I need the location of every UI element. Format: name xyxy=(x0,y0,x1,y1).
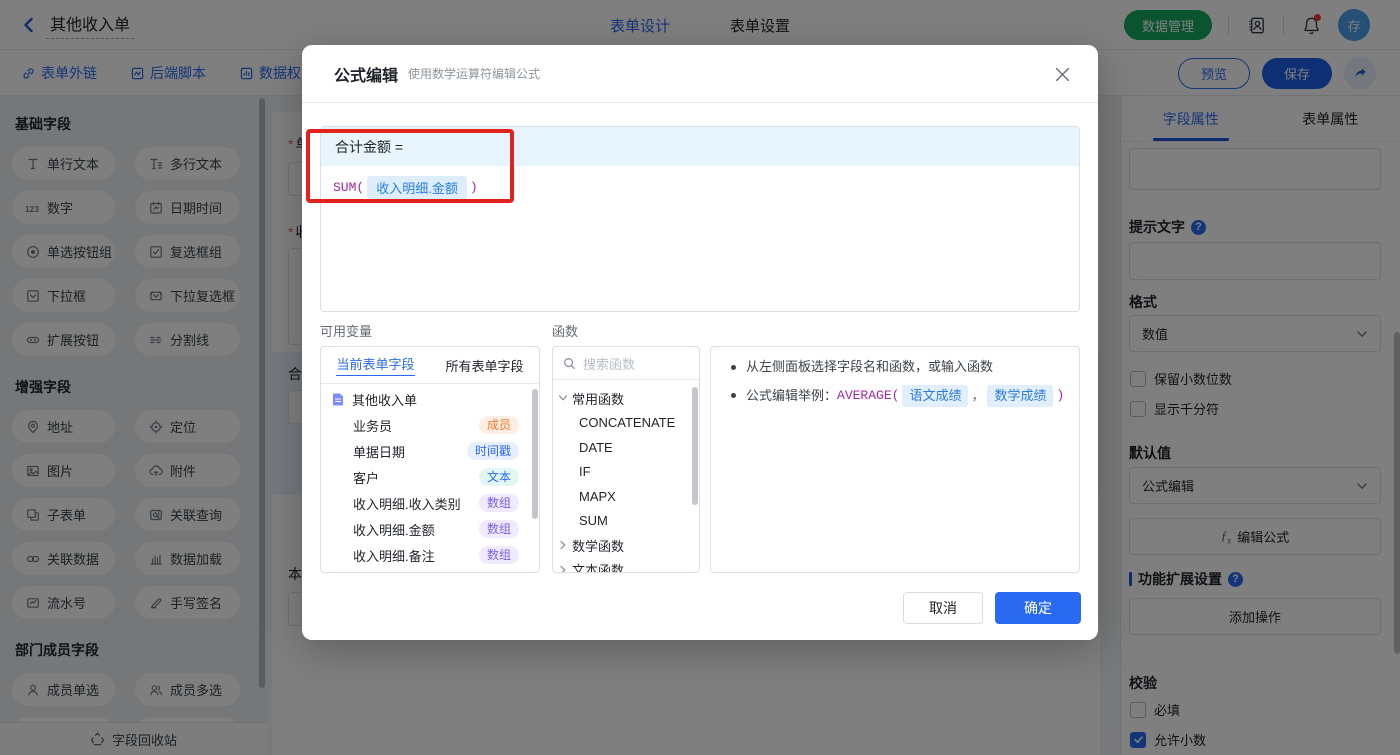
function-item[interactable]: DATE xyxy=(553,435,699,460)
variable-tree-item[interactable]: 收入明细.收入类别 数组 xyxy=(321,490,539,516)
tab-all-form-fields[interactable]: 所有表单字段 xyxy=(430,347,539,383)
function-item[interactable]: IF xyxy=(553,460,699,485)
field-type-tag: 数组 xyxy=(478,520,519,538)
chevron-right-icon xyxy=(558,565,568,572)
variable-tree-item[interactable]: 收入明细.金额 数组 xyxy=(321,516,539,542)
function-item[interactable]: CONCATENATE xyxy=(553,411,699,436)
formula-variable-tag[interactable]: 收入明细.金额 xyxy=(367,176,467,199)
function-group[interactable]: 常用函数 xyxy=(553,386,699,411)
formula-editor[interactable]: 合计金额 = SUM( 收入明细.金额 ) xyxy=(320,126,1080,312)
example-variable-tag: 语文成绩 xyxy=(902,385,969,407)
variable-tree-item[interactable]: 收入明细.备注 数组 xyxy=(321,542,539,568)
formula-target-field: 合计金额 = xyxy=(321,127,1079,166)
function-search-input[interactable]: 搜索函数 xyxy=(553,347,699,380)
dialog-title: 公式编辑 xyxy=(334,67,399,85)
tab-current-form-fields[interactable]: 当前表单字段 xyxy=(321,347,430,383)
variables-section-label: 可用变量 xyxy=(320,324,373,339)
form-doc-icon xyxy=(331,392,345,406)
function-group[interactable]: 数学函数 xyxy=(553,533,699,558)
variables-panel: 当前表单字段 所有表单字段 其他收入单 业务员 成员 单据日期 时间戳 客户 文本 收入明细.… xyxy=(320,346,540,573)
formula-help-panel: 从左侧面板选择字段名和函数，或输入函数 公式编辑举例： AVERAGE(语文成绩，… xyxy=(710,346,1080,573)
formula-expression[interactable]: SUM( 收入明细.金额 ) xyxy=(321,166,1079,209)
chevron-right-icon xyxy=(558,540,568,550)
formula-function-open: SUM( xyxy=(333,180,365,195)
field-type-tag: 文本 xyxy=(478,468,519,486)
variables-scrollbar[interactable] xyxy=(532,389,538,519)
search-placeholder: 搜索函数 xyxy=(583,356,636,372)
cancel-button[interactable]: 取消 xyxy=(903,592,983,624)
variable-tree-root[interactable]: 其他收入单 xyxy=(321,386,539,412)
example-variable-tag: 数学成绩 xyxy=(987,385,1054,407)
field-type-tag: 成员 xyxy=(478,416,519,434)
field-type-tag: 数组 xyxy=(478,546,519,564)
confirm-button[interactable]: 确定 xyxy=(995,592,1081,624)
chevron-down-icon xyxy=(558,393,568,403)
tip-example: 公式编辑举例： AVERAGE(语文成绩，数学成绩) xyxy=(746,385,1064,407)
functions-panel: 搜索函数 常用函数 CONCATENATE DATE IF MAPX SUM 数学函数 文本函… xyxy=(552,346,700,573)
tip-text: 从左侧面板选择字段名和函数，或输入函数 xyxy=(746,359,994,374)
formula-function-close: ) xyxy=(469,180,478,195)
close-icon[interactable] xyxy=(1050,62,1074,86)
variable-tree-item[interactable]: 业务员 成员 xyxy=(321,412,539,438)
variable-tree-item[interactable]: 单据日期 时间戳 xyxy=(321,438,539,464)
functions-section-label: 函数 xyxy=(552,324,579,339)
function-group[interactable]: 文本函数 xyxy=(553,558,699,572)
dialog-subtitle: 使用数学运算符编辑公式 xyxy=(408,67,541,81)
variable-tree-item[interactable]: 客户 文本 xyxy=(321,464,539,490)
function-item[interactable]: MAPX xyxy=(553,484,699,509)
function-item[interactable]: SUM xyxy=(553,509,699,534)
functions-scrollbar[interactable] xyxy=(692,387,698,505)
search-icon xyxy=(564,357,576,369)
field-type-tag: 时间戳 xyxy=(466,442,519,460)
field-type-tag: 数组 xyxy=(478,494,519,512)
formula-edit-dialog: 公式编辑 使用数学运算符编辑公式 合计金额 = SUM( 收入明细.金额 ) 可… xyxy=(302,45,1098,640)
